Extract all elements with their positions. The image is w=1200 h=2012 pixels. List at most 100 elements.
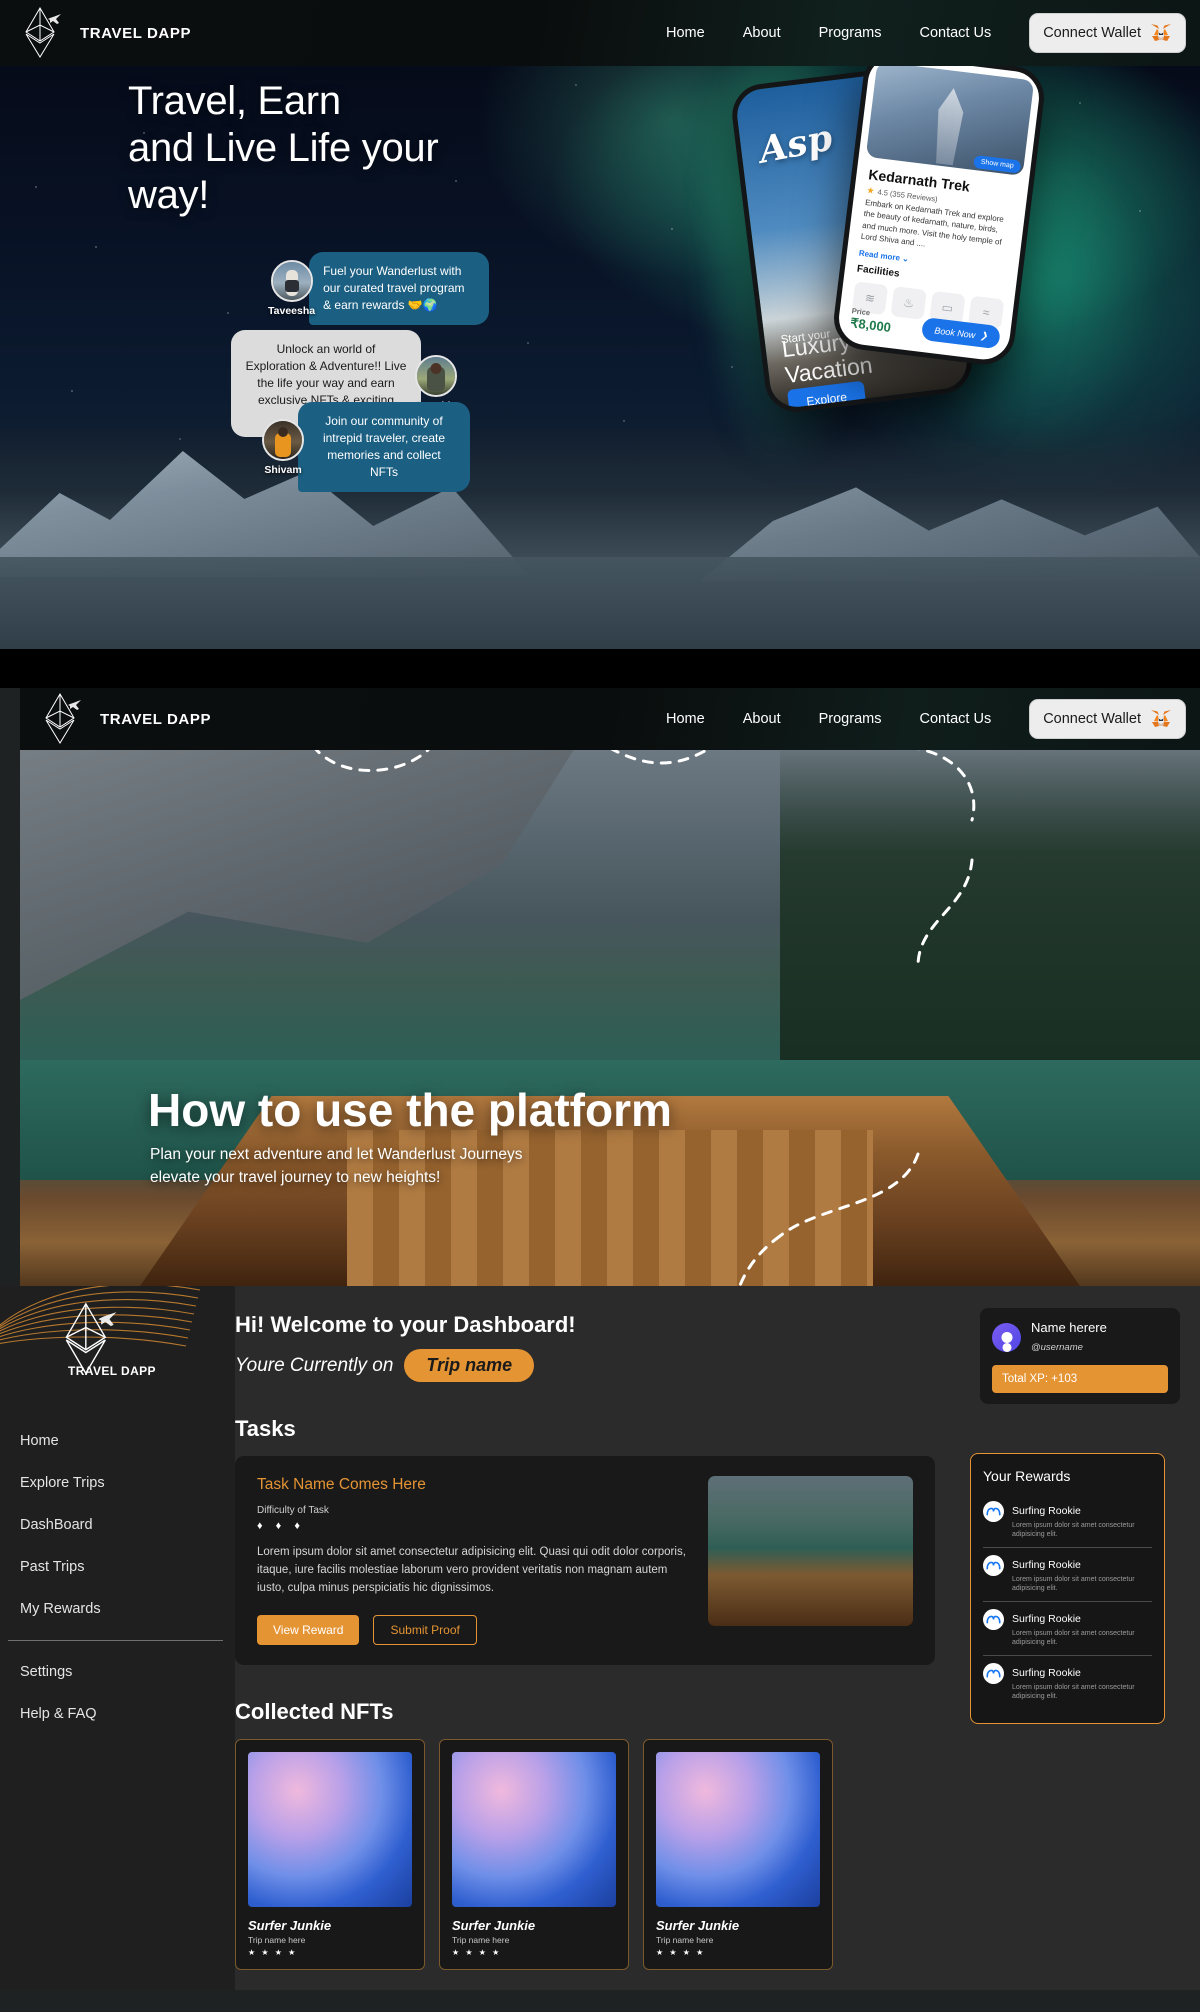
avatar-block: Taveesha	[268, 260, 315, 317]
nft-list: Surfer Junkie Trip name here ★ ★ ★ ★ Sur…	[235, 1739, 1200, 1990]
nft-subtitle: Trip name here	[248, 1935, 306, 1946]
journey-path	[311, 744, 976, 1286]
connect-wallet-button[interactable]: Connect Wallet	[1029, 699, 1186, 739]
top-navbar: TRAVEL DAPP Home About Programs Contact …	[0, 0, 1200, 66]
nft-subtitle: Trip name here	[656, 1935, 714, 1946]
sidebar-nav: Home Explore Trips DashBoard Past Trips …	[0, 1396, 235, 1735]
profile-row: Name herere @username	[992, 1319, 1168, 1355]
nft-card[interactable]: Surfer Junkie Trip name here ★ ★ ★ ★	[439, 1739, 629, 1971]
profile-names: Name herere @username	[1031, 1319, 1107, 1355]
testimonial-bubble: Join our community of intrepid traveler,…	[298, 402, 470, 493]
nav-link-contact-us[interactable]: Contact Us	[919, 711, 991, 727]
reward-text: Surfing Rookie Lorem ipsum dolor sit ame…	[1012, 1555, 1152, 1594]
tasks-title: Tasks	[235, 1416, 296, 1441]
meta-infinity-icon	[983, 1501, 1004, 1522]
nft-rating-stars: ★ ★ ★ ★	[656, 1948, 706, 1958]
phone-mockups: Asp Start your Luxury Vacation Explore S…	[728, 48, 1158, 452]
chevron-right-icon: ❯	[979, 330, 989, 341]
task-difficulty-icons: ♦ ♦ ♦	[257, 1520, 305, 1532]
nft-card[interactable]: Surfer Junkie Trip name here ★ ★ ★ ★	[235, 1739, 425, 1971]
connect-wallet-label: Connect Wallet	[1043, 25, 1141, 41]
meta-infinity-icon	[983, 1608, 1004, 1630]
nft-title: Surfer Junkie	[656, 1918, 740, 1934]
meta-infinity-icon	[983, 1662, 1004, 1684]
reward-name: Surfing Rookie	[1012, 1666, 1081, 1679]
connect-wallet-button[interactable]: Connect Wallet	[1029, 13, 1186, 53]
nav-link-contact-us[interactable]: Contact Us	[919, 25, 991, 41]
hero-title-line-2: and Live Life your	[128, 125, 439, 170]
task-card: Task Name Comes Here Difficulty of Task …	[235, 1456, 935, 1666]
landing-hero-section: TRAVEL DAPP Home About Programs Contact …	[0, 0, 1200, 688]
nav-link-programs[interactable]: Programs	[819, 711, 882, 727]
nav-link-about[interactable]: About	[743, 711, 781, 727]
nav-link-home[interactable]: Home	[666, 25, 705, 41]
nft-image	[452, 1752, 616, 1908]
testimonial-taveesha: Taveesha Fuel your Wanderlust with our c…	[268, 252, 490, 326]
user-avatar-icon[interactable]	[992, 1322, 1021, 1352]
nav-link-programs[interactable]: Programs	[819, 25, 882, 41]
avatar	[262, 418, 304, 461]
metamask-fox-icon	[1150, 709, 1172, 729]
reward-text: Surfing Rookie Lorem ipsum dolor sit ame…	[1012, 1609, 1152, 1648]
trip-name-pill[interactable]: Trip name	[404, 1349, 535, 1382]
nft-title: Surfer Junkie	[452, 1918, 536, 1934]
reward-desc: Lorem ipsum dolor sit amet consectetur a…	[1012, 1575, 1135, 1593]
avatar	[270, 260, 313, 303]
reward-desc: Lorem ipsum dolor sit amet consectetur a…	[1012, 1629, 1135, 1647]
task-name: Task Name Comes Here	[257, 1476, 426, 1493]
nav-links: Home About Programs Contact Us Connect W…	[666, 699, 1200, 739]
dashboard-section: TRAVEL DAPP Home Explore Trips DashBoard…	[0, 1286, 1200, 1991]
dashboard-sidebar: TRAVEL DAPP Home Explore Trips DashBoard…	[0, 1286, 235, 1991]
book-now-label: Book Now	[933, 324, 976, 340]
reward-desc: Lorem ipsum dolor sit amet consectetur a…	[1012, 1683, 1135, 1701]
profile-name: Name herere	[1031, 1320, 1107, 1335]
reward-item[interactable]: Surfing Rookie Lorem ipsum dolor sit ame…	[983, 1656, 1152, 1709]
brand-logo[interactable]: TRAVEL DAPP	[0, 5, 191, 61]
sidebar-item-dashboard[interactable]: DashBoard	[8, 1504, 235, 1546]
reward-item[interactable]: Surfing Rookie Lorem ipsum dolor sit ame…	[983, 1494, 1152, 1548]
sidebar-item-my-rewards[interactable]: My Rewards	[8, 1588, 235, 1630]
submit-proof-button[interactable]: Submit Proof	[373, 1615, 477, 1646]
reward-item[interactable]: Surfing Rookie Lorem ipsum dolor sit ame…	[983, 1548, 1152, 1602]
nft-rating-stars: ★ ★ ★ ★	[248, 1948, 298, 1958]
view-reward-button[interactable]: View Reward	[257, 1615, 360, 1646]
hero-title: Travel, Earn and Live Life your way!	[128, 78, 439, 218]
nav-links: Home About Programs Contact Us Connect W…	[666, 13, 1200, 53]
star-icon: ★	[866, 185, 876, 196]
nft-image	[248, 1752, 412, 1908]
reward-text: Surfing Rookie Lorem ipsum dolor sit ame…	[1012, 1663, 1152, 1702]
nft-image	[656, 1752, 820, 1908]
reward-name: Surfing Rookie	[1012, 1558, 1081, 1571]
dinner-icon: ♨	[890, 286, 927, 320]
sidebar-item-settings[interactable]: Settings	[8, 1651, 235, 1693]
nft-card[interactable]: Surfer Junkie Trip name here ★ ★ ★ ★	[643, 1739, 833, 1971]
testimonial-shivam: Shivam Join our community of intrepid tr…	[262, 402, 470, 493]
nav-link-about[interactable]: About	[743, 25, 781, 41]
profile-card: Name herere @username Total XP: +103	[980, 1308, 1180, 1404]
brand-name: TRAVEL DAPP	[80, 24, 192, 42]
sidebar-item-explore-trips[interactable]: Explore Trips	[8, 1462, 235, 1504]
ethereum-plane-logo-icon	[20, 5, 66, 61]
brand-logo[interactable]: TRAVEL DAPP	[20, 691, 211, 747]
reward-text: Surfing Rookie Lorem ipsum dolor sit ame…	[1012, 1501, 1152, 1540]
water-decoration	[0, 557, 1200, 649]
task-difficulty-label: Difficulty of Task	[257, 1505, 329, 1516]
hero-title-line-3: way!	[128, 172, 210, 217]
sidebar-logo[interactable]: TRAVEL DAPP	[0, 1286, 235, 1396]
reward-name: Surfing Rookie	[1012, 1505, 1081, 1517]
hero-title-line-1: Travel, Earn	[128, 79, 341, 123]
meta-infinity-icon	[983, 1554, 1004, 1576]
price-value: ₹8,000	[849, 315, 892, 335]
nav-link-home[interactable]: Home	[666, 711, 705, 727]
read-more-link[interactable]: Read more ⌄	[858, 249, 909, 264]
sidebar-item-past-trips[interactable]: Past Trips	[8, 1546, 235, 1588]
avatar-name: Taveesha	[268, 305, 316, 318]
brand-name: TRAVEL DAPP	[100, 710, 212, 728]
phone-mockup-front: Show map Kedarnath Trek ★ 4.5 (355 Revie…	[830, 48, 1048, 368]
secondary-navbar: TRAVEL DAPP Home About Programs Contact …	[20, 688, 1200, 750]
sidebar-item-help-faq[interactable]: Help & FAQ	[8, 1693, 235, 1735]
avatar-name: Shivam	[264, 463, 302, 476]
sidebar-item-home[interactable]: Home	[8, 1420, 235, 1462]
reward-item[interactable]: Surfing Rookie Lorem ipsum dolor sit ame…	[983, 1602, 1152, 1656]
nft-rating-stars: ★ ★ ★ ★	[452, 1948, 502, 1958]
